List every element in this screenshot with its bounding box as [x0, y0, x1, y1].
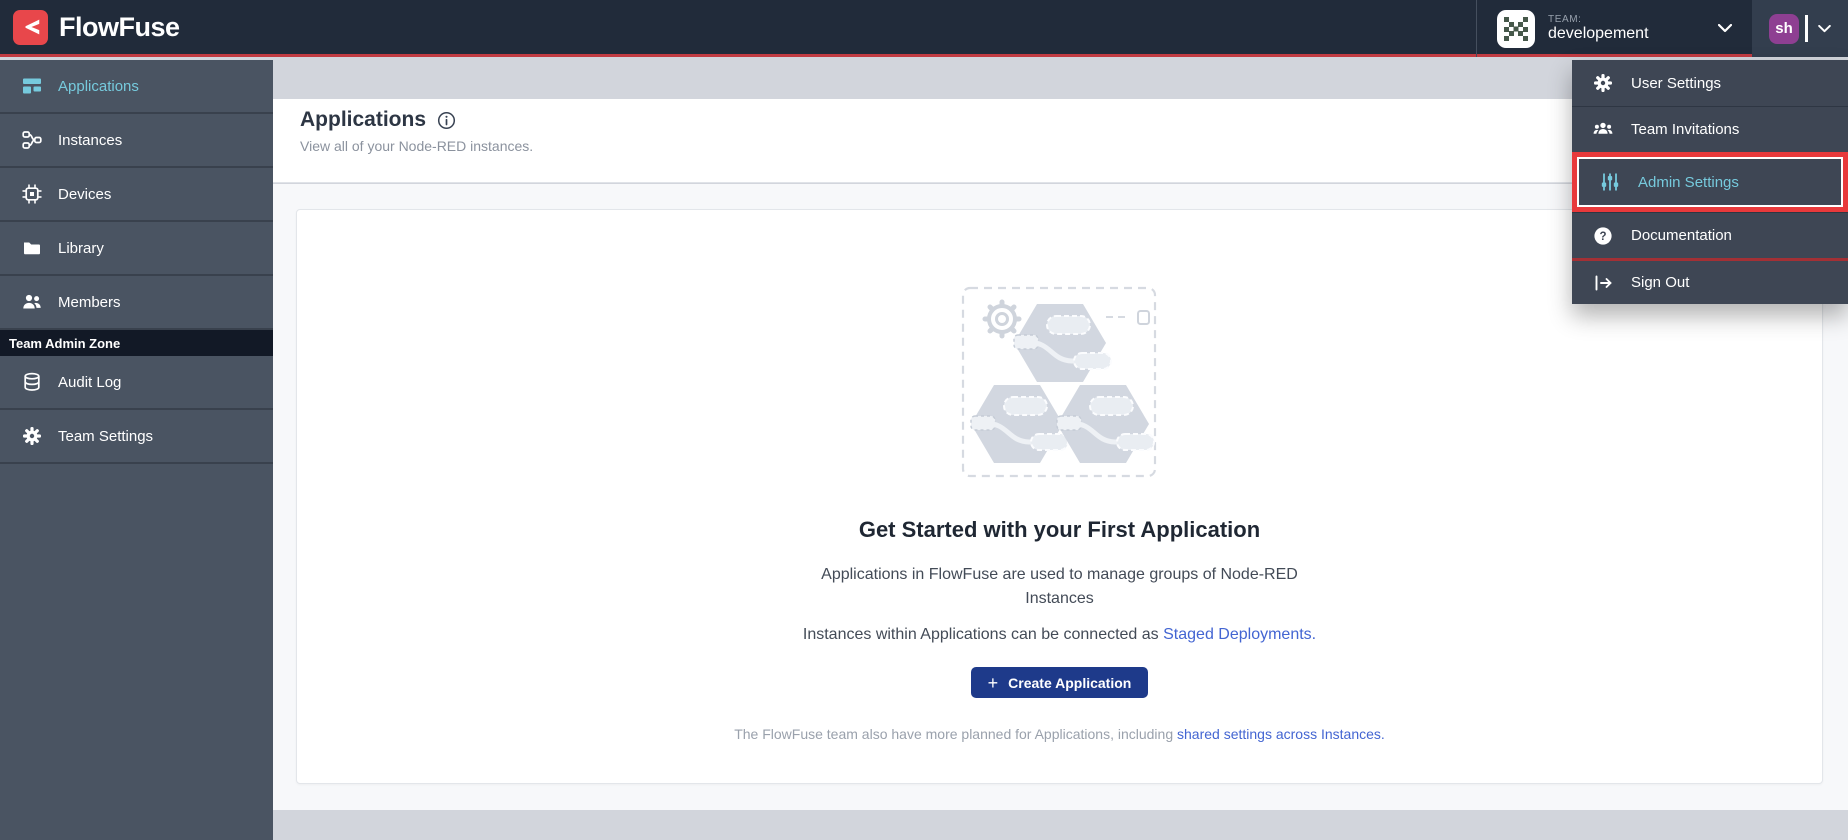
- device-chip-icon: [22, 184, 42, 204]
- folder-icon: [22, 238, 42, 258]
- create-application-label: Create Application: [1008, 675, 1131, 691]
- user-group-icon: [1593, 120, 1613, 140]
- create-application-button[interactable]: + Create Application: [971, 667, 1149, 698]
- sidebar-item-library[interactable]: Library: [0, 222, 273, 276]
- menu-item-label: Sign Out: [1631, 274, 1689, 291]
- brand[interactable]: FlowFuse: [0, 10, 180, 45]
- chevron-down-icon: [1718, 24, 1732, 33]
- sidebar-item-label: Applications: [58, 78, 139, 95]
- sidebar-item-label: Team Settings: [58, 428, 153, 445]
- top-navbar: FlowFuse TEAM: developement: [0, 0, 1848, 57]
- logout-icon: [1593, 273, 1613, 293]
- sidebar-item-devices[interactable]: Devices: [0, 168, 273, 222]
- gear-icon: [22, 426, 42, 446]
- empty-state-description-2: Instances within Applications can be con…: [803, 626, 1316, 644]
- flowfuse-logo-icon: [13, 10, 48, 45]
- menu-item-label: Documentation: [1631, 227, 1732, 244]
- sidebar-item-applications[interactable]: Applications: [0, 60, 273, 114]
- menu-item-team-invitations[interactable]: Team Invitations: [1572, 106, 1848, 152]
- footer-text: .: [1381, 726, 1385, 742]
- team-identicon: [1497, 10, 1535, 48]
- menu-item-label: Team Invitations: [1631, 121, 1739, 138]
- applications-icon: [22, 76, 42, 96]
- sidebar-item-members[interactable]: Members: [0, 276, 273, 330]
- empty-state-description: Applications in FlowFuse are used to man…: [795, 563, 1325, 611]
- empty-state-title: Get Started with your First Application: [859, 517, 1260, 543]
- sidebar-item-instances[interactable]: Instances: [0, 114, 273, 168]
- flowfuse-app: FlowFuse TEAM: developement: [0, 0, 1848, 840]
- user-avatar: sh: [1769, 14, 1799, 44]
- sidebar-nav: Applications Instances: [0, 60, 273, 840]
- staged-deployments-link[interactable]: Staged Deployments: [1163, 626, 1312, 643]
- menu-item-admin-settings[interactable]: Admin Settings: [1579, 159, 1841, 205]
- applications-empty-illustration: [960, 283, 1160, 481]
- chevron-down-icon: [1818, 25, 1831, 33]
- instances-icon: [22, 130, 42, 150]
- sidebar-item-label: Library: [58, 240, 104, 257]
- users-icon: [22, 292, 42, 312]
- sidebar-item-team-settings[interactable]: Team Settings: [0, 410, 273, 464]
- user-menu-button[interactable]: sh: [1752, 0, 1848, 57]
- team-admin-zone-label: Team Admin Zone: [0, 330, 273, 356]
- menu-item-label: Admin Settings: [1638, 174, 1739, 191]
- svg-text:?: ?: [1599, 231, 1606, 243]
- brand-name: FlowFuse: [59, 12, 180, 43]
- admin-settings-annotation-box: Admin Settings: [1572, 152, 1848, 212]
- description-text: Instances within Applications can be con…: [803, 626, 1163, 643]
- info-icon[interactable]: [437, 111, 456, 130]
- sidebar-item-label: Devices: [58, 186, 111, 203]
- team-label: TEAM:: [1548, 14, 1649, 26]
- team-selector[interactable]: TEAM: developement: [1476, 0, 1752, 57]
- text-cursor: [1805, 15, 1808, 42]
- footer-text: The FlowFuse team also have more planned…: [734, 726, 1177, 742]
- menu-item-documentation[interactable]: ? Documentation: [1572, 212, 1848, 258]
- menu-item-label: User Settings: [1631, 75, 1721, 92]
- user-dropdown-menu: User Settings Team Invitations: [1572, 60, 1848, 304]
- menu-item-sign-out[interactable]: Sign Out: [1572, 258, 1848, 304]
- shared-settings-link[interactable]: shared settings across Instances: [1177, 726, 1381, 742]
- gear-icon: [1593, 73, 1613, 93]
- plus-icon: +: [988, 674, 999, 692]
- sidebar-item-label: Audit Log: [58, 374, 121, 391]
- sliders-icon: [1600, 172, 1620, 192]
- database-icon: [22, 372, 42, 392]
- page-title: Applications: [300, 108, 426, 132]
- sidebar-item-label: Members: [58, 294, 121, 311]
- sidebar-item-audit-log[interactable]: Audit Log: [0, 356, 273, 410]
- empty-state-footer: The FlowFuse team also have more planned…: [734, 726, 1385, 742]
- description-text: .: [1312, 626, 1316, 643]
- sidebar-item-label: Instances: [58, 132, 122, 149]
- team-name: developement: [1548, 25, 1649, 43]
- question-circle-icon: ?: [1593, 226, 1613, 246]
- menu-item-user-settings[interactable]: User Settings: [1572, 60, 1848, 106]
